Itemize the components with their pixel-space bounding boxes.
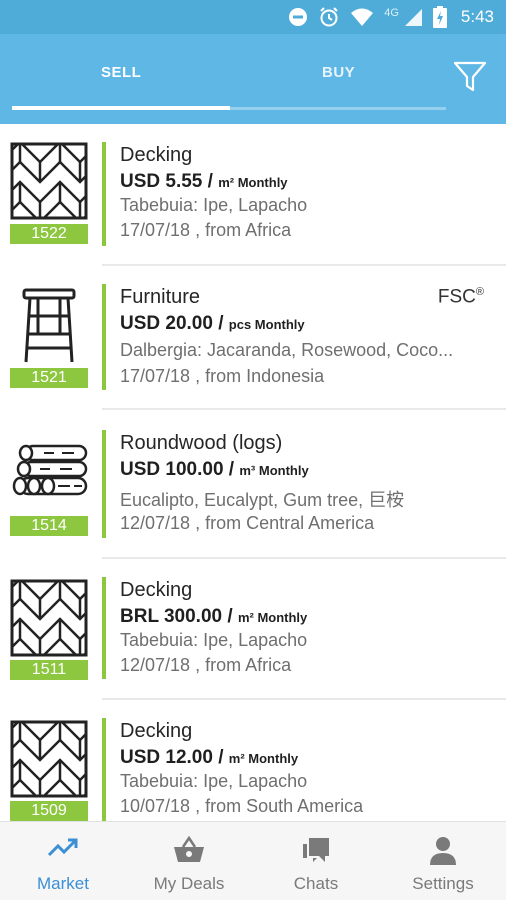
parquet-icon [10,579,88,657]
signal-icon [403,7,423,27]
listing-row[interactable]: 1521 Furniture FSC® USD 20.00 / pcs Mont… [0,266,506,410]
listing-price: USD 5.55 / m² Monthly [120,171,288,192]
nav-label: Settings [412,874,474,893]
listing-price: USD 20.00 / pcs Monthly [120,313,305,334]
accent-bar [102,577,106,679]
nav-label: My Deals [153,874,225,893]
listing-list[interactable]: 1522 Decking USD 5.55 / m² Monthly Tabeb… [0,124,506,821]
listing-id-badge: 1522 [10,224,88,244]
listing-row[interactable]: 1509 Decking USD 12.00 / m² Monthly Tabe… [0,700,506,821]
listing-category: Furniture [120,286,201,308]
listing-row[interactable]: 1511 Decking BRL 300.00 / m² Monthly Tab… [0,559,506,701]
listing-category: Decking [120,144,193,166]
listing-species: Dalbergia: Jacaranda, Rosewood, Coco... [120,340,454,360]
parquet-icon [10,720,88,798]
listing-date-origin: 12/07/18 , from Africa [120,655,292,675]
tab-sell[interactable]: SELL [101,64,141,81]
listing-species: Tabebuia: Ipe, Lapacho [120,771,308,791]
alarm-icon [318,6,340,28]
nav-settings[interactable]: Settings [380,822,506,900]
listing-date-origin: 17/07/18 , from Africa [120,220,292,240]
bottom-navigation: Market My Deals Chats Settings [0,821,506,900]
nav-my-deals[interactable]: My Deals [126,822,252,900]
listing-species: Tabebuia: Ipe, Lapacho [120,195,308,215]
certification-badge: FSC® [437,286,484,308]
listing-species: Tabebuia: Ipe, Lapacho [120,630,308,650]
listing-date-origin: 10/07/18 , from South America [120,796,364,816]
listing-row[interactable]: 1514 Roundwood (logs) USD 100.00 / m³ Mo… [0,412,506,559]
row-divider [102,408,506,410]
tab-active-indicator [12,106,230,110]
listing-id-badge: 1521 [10,368,88,388]
listing-date-origin: 12/07/18 , from Central America [120,513,375,533]
listing-unit: pcs Monthly [228,317,305,332]
nav-chats[interactable]: Chats [253,822,379,900]
listing-category: Decking [120,720,193,742]
network-type: 4G [384,7,399,19]
clock: 5:43 [460,7,494,26]
listing-price: USD 100.00 / m³ Monthly [120,459,309,480]
stool-icon [10,286,88,364]
nav-label: Chats [293,874,339,893]
nav-market[interactable]: Market [0,822,126,900]
filter-icon [452,61,488,98]
logs-icon [10,432,88,510]
listing-category: Decking [120,579,193,601]
top-tab-bar: SELL BUY [0,34,506,124]
parquet-icon [10,142,88,220]
listing-date-origin: 17/07/18 , from Indonesia [120,366,325,386]
accent-bar [102,430,106,538]
listing-id-badge: 1511 [10,660,88,680]
listing-price: USD 12.00 / m² Monthly [120,747,299,768]
filter-button[interactable] [452,60,488,94]
status-icons: 4G 5:43 [288,0,494,34]
do-not-disturb-icon [288,7,308,27]
listing-row[interactable]: 1522 Decking USD 5.55 / m² Monthly Tabeb… [0,124,506,266]
listing-category: Roundwood (logs) [120,432,283,454]
listing-id-badge: 1514 [10,516,88,536]
listing-species: Eucalipto, Eucalypt, Gum tree, 巨桉 [120,490,405,510]
listing-unit: m³ Monthly [239,463,309,478]
listing-price: BRL 300.00 / m² Monthly [120,606,308,627]
accent-bar [102,718,106,821]
listing-unit: m² Monthly [218,175,288,190]
tab-buy[interactable]: BUY [322,64,355,81]
accent-bar [102,142,106,246]
status-bar: 4G 5:43 [0,0,506,34]
wifi-icon [350,7,374,27]
listing-unit: m² Monthly [237,610,308,625]
accent-bar [102,284,106,390]
listing-unit: m² Monthly [228,751,299,766]
battery-icon [432,6,447,28]
listing-id-badge: 1509 [10,801,88,821]
app-root: 4G 5:43 SELL BUY 1522 Decking USD 5.55 /… [0,0,506,900]
nav-label: Market [37,874,89,893]
